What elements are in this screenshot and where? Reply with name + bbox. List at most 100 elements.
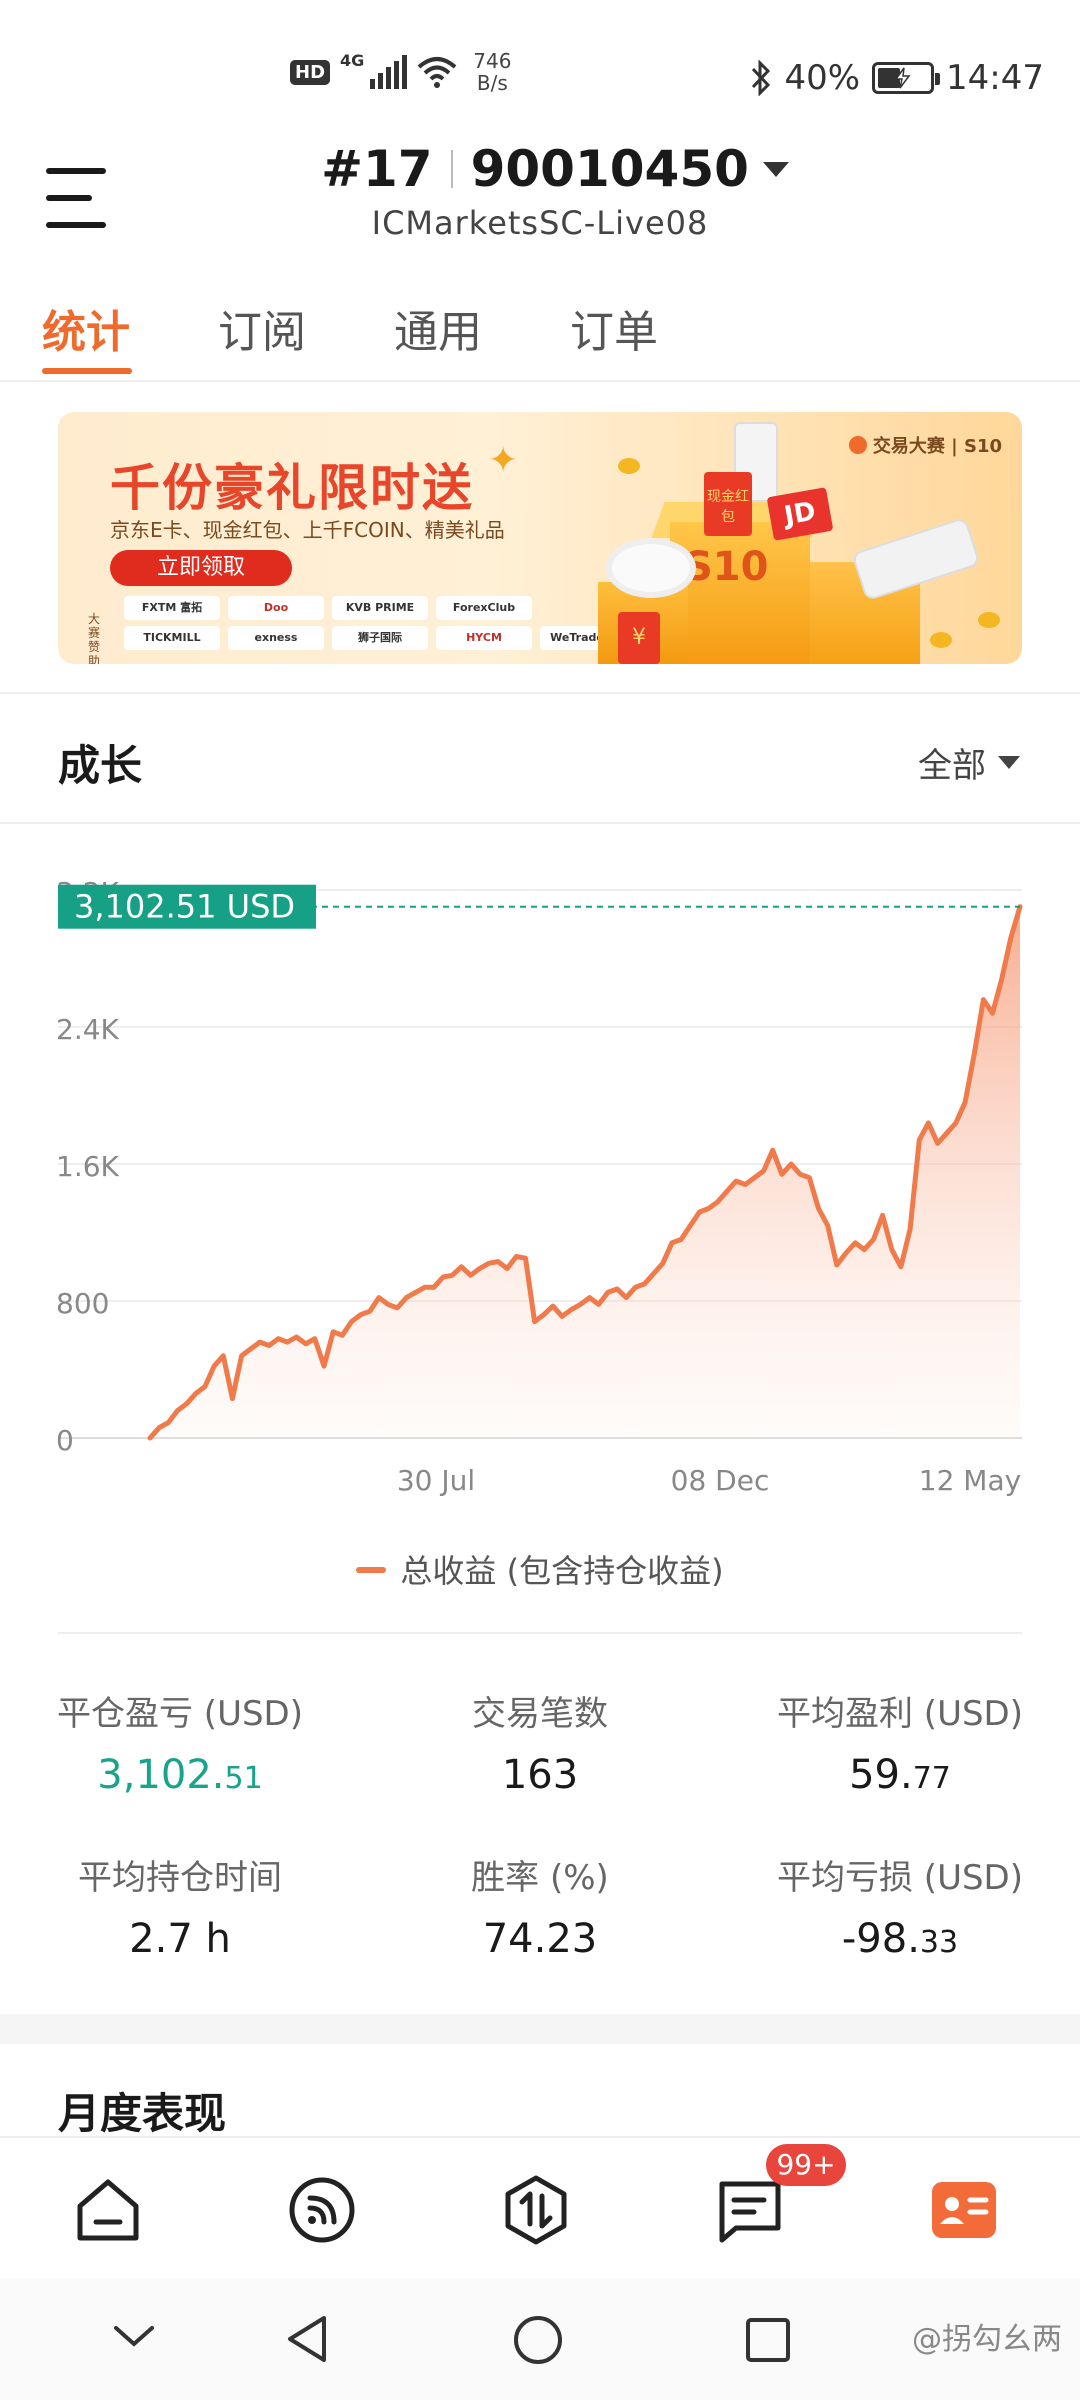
server-name: ICMarketsSC-Live08 xyxy=(371,204,709,242)
sponsor-logo: ForexClub xyxy=(436,596,532,620)
back-icon[interactable] xyxy=(284,2314,330,2364)
stat-label-avg-profit: 平均盈利 (USD) xyxy=(777,1694,1023,1734)
speed-unit: B/s xyxy=(476,71,508,95)
cash-card-icon: 现金红包 xyxy=(704,472,752,536)
recents-icon[interactable] xyxy=(744,2316,792,2364)
watermark: @拐勾幺两 xyxy=(912,2322,1062,2357)
growth-chart[interactable]: 08001.6K2.4K3.2K30 Jul08 Dec12 May3,102.… xyxy=(0,860,1080,1520)
coin-icon xyxy=(978,612,1000,628)
stat-label-avg-hold-time: 平均持仓时间 xyxy=(78,1858,282,1898)
signal-icon xyxy=(370,55,408,89)
promo-banner[interactable]: 千份豪礼限时送 ✦ 京东E卡、现金红包、上千FCOIN、精美礼品 立即领取 交易… xyxy=(58,412,1022,664)
bluetooth-icon xyxy=(752,60,771,96)
clock: 14:47 xyxy=(946,58,1044,98)
jd-card-icon: JD xyxy=(766,487,834,541)
section-divider xyxy=(58,1632,1022,1634)
notification-badge: 99+ xyxy=(766,2144,846,2186)
chart-legend: 总收益 (包含持仓收益) xyxy=(0,1546,1080,1592)
coin-icon xyxy=(618,458,640,474)
wifi-icon xyxy=(417,57,457,88)
stat-dec: 33 xyxy=(919,1925,959,1960)
sponsor-logo: 狮子国际 xyxy=(332,626,428,650)
stat-value-closed-pnl: 3,102.51 xyxy=(0,1752,360,1798)
nav-feed[interactable] xyxy=(286,2174,358,2246)
sponsor-logo: KVB PRIME xyxy=(332,596,428,620)
stat-value-avg-loss: -98.33 xyxy=(720,1916,1080,1962)
sponsor-logo: Doo xyxy=(228,596,324,620)
red-packet-icon: ¥ xyxy=(618,612,660,664)
stat-label-closed-pnl: 平仓盈亏 (USD) xyxy=(57,1694,303,1734)
account-rank: #17 xyxy=(321,140,433,198)
hd-badge: HD xyxy=(290,59,331,85)
gift-box-label: S10 xyxy=(684,544,769,590)
profile-icon xyxy=(932,2182,996,2238)
y-tick-label: 1.6K xyxy=(56,1150,120,1183)
banner-brand: 交易大赛 | S10 xyxy=(848,432,1002,458)
home-icon xyxy=(77,2179,139,2241)
bottom-nav xyxy=(0,2136,1080,2276)
nav-trade[interactable] xyxy=(500,2174,572,2246)
stat-dec: 77 xyxy=(912,1761,951,1796)
stat-int: 163 xyxy=(501,1752,579,1798)
sponsor-label: 大赛赞助 xyxy=(88,612,101,664)
stat-dec: 51 xyxy=(224,1761,263,1796)
legend-label: 总收益 (包含持仓收益) xyxy=(400,1552,724,1590)
feed-icon xyxy=(289,2177,355,2243)
brand-logo-icon xyxy=(848,436,867,454)
y-tick-label: 0 xyxy=(56,1424,74,1457)
tab-bar: 统计 订阅 通用 订单 xyxy=(0,290,1080,382)
account-selector[interactable]: #17 90010450 ICMarketsSC-Live08 xyxy=(0,140,1080,242)
message-icon xyxy=(719,2181,781,2243)
tab-general[interactable]: 通用 xyxy=(394,296,482,360)
sponsor-grid: FXTM 富拓 Doo KVB PRIME ForexClub TICKMILL… xyxy=(124,596,636,650)
status-bar: HD 4G 746 B/s 40% 14:47 xyxy=(0,0,1080,160)
x-tick-label: 12 May xyxy=(919,1464,1021,1497)
battery-icon xyxy=(872,62,941,94)
section-divider xyxy=(0,692,1080,694)
trade-icon xyxy=(505,2175,567,2245)
nav-home[interactable] xyxy=(72,2174,144,2246)
chevron-down-icon[interactable] xyxy=(112,2322,156,2350)
section-gap xyxy=(0,2014,1080,2044)
stat-value-win-rate: 74.23 xyxy=(360,1916,720,1962)
growth-chart-svg: 08001.6K2.4K3.2K30 Jul08 Dec12 May3,102.… xyxy=(56,876,1023,1497)
chevron-down-icon xyxy=(998,756,1020,769)
stat-label-avg-loss: 平均亏损 (USD) xyxy=(777,1858,1023,1898)
account-header: #17 90010450 ICMarketsSC-Live08 xyxy=(0,140,1080,260)
series-area xyxy=(150,906,1020,1438)
section-divider xyxy=(0,822,1080,824)
status-left: HD 4G 746 B/s xyxy=(290,50,511,94)
stat-label-trade-count: 交易笔数 xyxy=(472,1694,608,1734)
battery-percent: 40% xyxy=(784,58,861,98)
nav-messages[interactable] xyxy=(714,2174,786,2246)
sparkle-icon: ✦ xyxy=(488,440,519,481)
tab-indicator xyxy=(42,368,132,374)
earbuds-icon xyxy=(606,538,696,598)
range-selector[interactable]: 全部 xyxy=(918,738,1020,787)
account-number: 90010450 xyxy=(470,140,749,198)
banner-brand-text: 交易大赛 | S10 xyxy=(872,436,1002,457)
x-tick-label: 08 Dec xyxy=(671,1464,770,1497)
status-right: 40% 14:47 xyxy=(750,58,1044,98)
nav-profile[interactable] xyxy=(928,2174,1000,2246)
stat-value-trade-count: 163 xyxy=(360,1752,720,1798)
current-value-label: 3,102.51 USD xyxy=(74,888,295,926)
stat-int: 2.7 h xyxy=(129,1916,231,1962)
speed-value: 746 xyxy=(473,49,512,73)
sponsor-logo: FXTM 富拓 xyxy=(124,596,220,620)
y-tick-label: 2.4K xyxy=(56,1013,120,1046)
chevron-down-icon xyxy=(762,161,789,177)
growth-title: 成长 xyxy=(58,741,143,790)
sponsor-logo: TICKMILL xyxy=(124,626,220,650)
legend-swatch xyxy=(356,1567,387,1573)
stat-int: 59. xyxy=(849,1752,913,1798)
stat-label-win-rate: 胜率 (%) xyxy=(471,1858,609,1898)
tab-orders[interactable]: 订单 xyxy=(570,296,658,360)
tab-subscribe[interactable]: 订阅 xyxy=(218,296,306,360)
coin-icon xyxy=(930,632,952,648)
banner-claim-button[interactable]: 立即领取 xyxy=(110,550,292,586)
sponsor-logo: exness xyxy=(228,626,324,650)
range-selector-label: 全部 xyxy=(918,746,986,786)
tab-statistics[interactable]: 统计 xyxy=(42,296,130,360)
home-circle-icon[interactable] xyxy=(512,2314,564,2366)
